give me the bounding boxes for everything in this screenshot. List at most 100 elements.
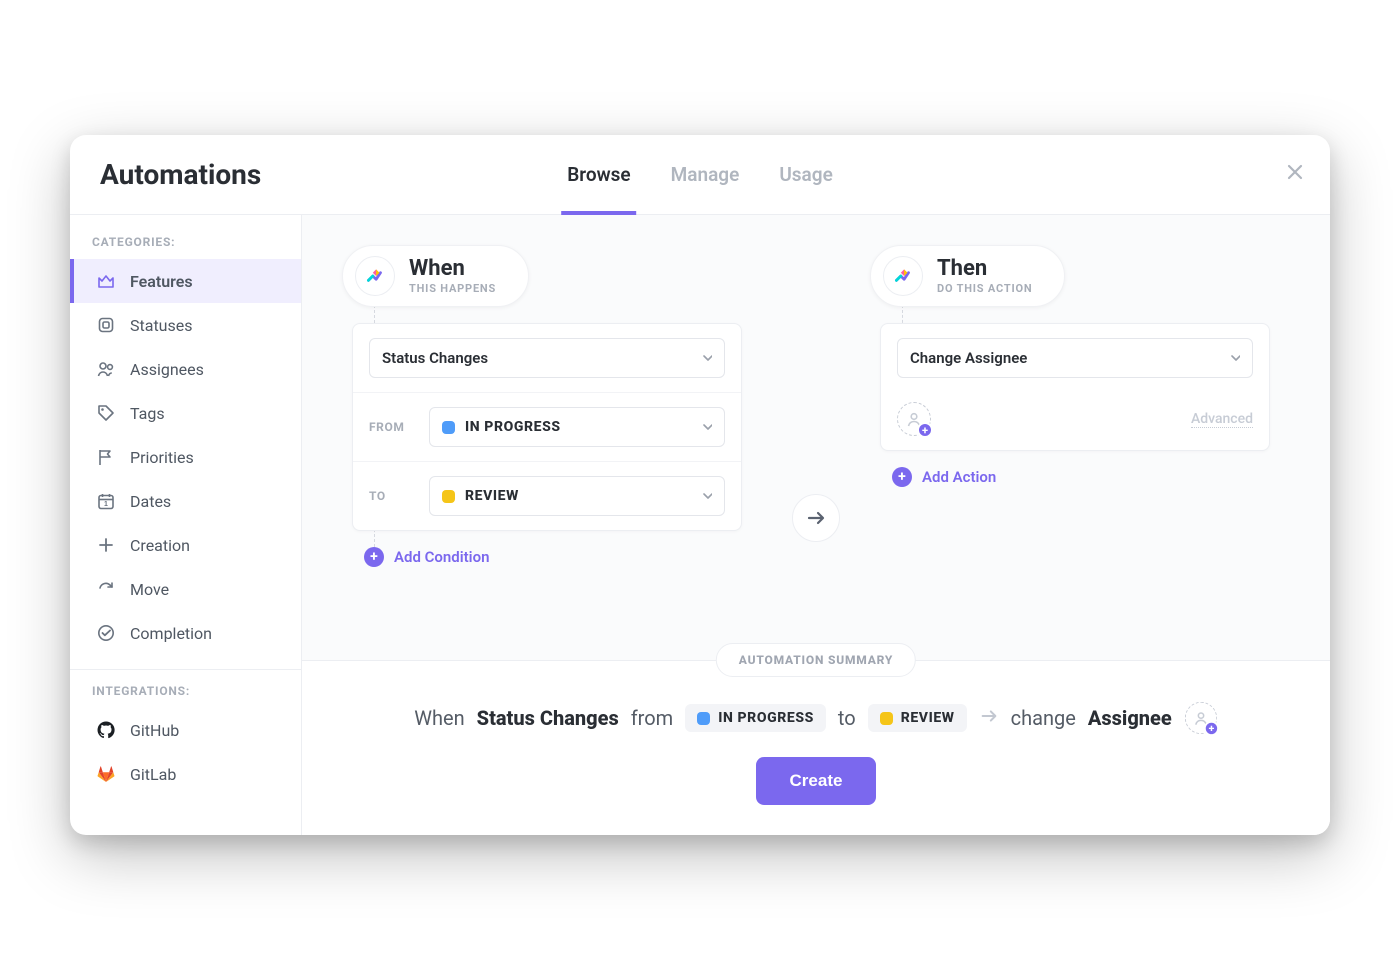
assignee-picker-button[interactable]: + <box>897 402 931 436</box>
plus-icon <box>96 535 116 555</box>
modal-body: CATEGORIES: Features Statuses Assignees … <box>70 215 1330 835</box>
summary-when-word: When <box>414 706 464 730</box>
from-label: FROM <box>369 420 417 434</box>
app-logo-icon <box>355 256 395 296</box>
sidebar-item-label: GitHub <box>130 721 179 740</box>
summary-from-pill: IN PROGRESS <box>685 704 826 732</box>
modal-header: Automations Browse Manage Usage <box>70 135 1330 215</box>
from-status-select[interactable]: IN PROGRESS <box>429 407 725 447</box>
when-column: When THIS HAPPENS Status Changes F <box>342 245 762 567</box>
sidebar-divider <box>70 669 301 670</box>
action-card: Change Assignee + Advanced <box>880 323 1270 451</box>
github-icon <box>96 720 116 740</box>
header-tabs: Browse Manage Usage <box>567 135 833 214</box>
summary-assignee-picker[interactable]: + <box>1185 702 1217 734</box>
status-color-dot <box>697 712 710 725</box>
to-status-select[interactable]: REVIEW <box>429 476 725 516</box>
summary-to-pill: REVIEW <box>868 704 967 732</box>
trigger-card: Status Changes FROM IN PROGRESS <box>352 323 742 531</box>
automations-modal: Automations Browse Manage Usage CATEGORI… <box>70 135 1330 835</box>
summary-to-status: REVIEW <box>901 710 955 726</box>
app-logo-icon <box>883 256 923 296</box>
sidebar-item-priorities[interactable]: Priorities <box>70 435 301 479</box>
arrow-right-icon <box>805 507 827 529</box>
then-column: Then DO THIS ACTION Change Assignee <box>870 245 1290 487</box>
people-icon <box>96 359 116 379</box>
close-icon <box>1284 161 1306 183</box>
sidebar-item-label: Move <box>130 580 169 599</box>
redo-icon <box>96 579 116 599</box>
chevron-down-icon <box>701 418 712 436</box>
sidebar-item-dates[interactable]: Dates <box>70 479 301 523</box>
add-condition-label: Add Condition <box>394 548 489 566</box>
sidebar-integrations-title: INTEGRATIONS: <box>70 684 301 708</box>
add-action-button[interactable]: + Add Action <box>892 467 996 487</box>
close-button[interactable] <box>1284 161 1306 187</box>
trigger-type-label: Status Changes <box>382 349 488 367</box>
mini-plus-icon: + <box>917 422 933 438</box>
tag-icon <box>96 403 116 423</box>
action-type-select[interactable]: Change Assignee <box>897 338 1253 378</box>
sidebar: CATEGORIES: Features Statuses Assignees … <box>70 215 302 835</box>
check-circle-icon <box>96 623 116 643</box>
sidebar-item-move[interactable]: Move <box>70 567 301 611</box>
sidebar-item-label: Assignees <box>130 360 204 379</box>
trigger-type-select[interactable]: Status Changes <box>369 338 725 378</box>
summary-trigger: Status Changes <box>477 706 619 730</box>
sidebar-item-gitlab[interactable]: GitLab <box>70 752 301 796</box>
chevron-down-icon <box>701 487 712 505</box>
sidebar-item-label: Priorities <box>130 448 194 467</box>
chevron-down-icon <box>1229 349 1240 367</box>
sidebar-item-label: Statuses <box>130 316 193 335</box>
summary-target: Assignee <box>1088 706 1172 730</box>
sidebar-item-github[interactable]: GitHub <box>70 708 301 752</box>
add-action-label: Add Action <box>922 468 996 486</box>
calendar-icon <box>96 491 116 511</box>
when-subtitle: THIS HAPPENS <box>409 282 496 295</box>
sidebar-item-statuses[interactable]: Statuses <box>70 303 301 347</box>
sidebar-item-label: Tags <box>130 404 165 423</box>
create-button[interactable]: Create <box>756 757 877 805</box>
sidebar-item-completion[interactable]: Completion <box>70 611 301 655</box>
sidebar-item-label: Dates <box>130 492 171 511</box>
gitlab-icon <box>96 764 116 784</box>
sidebar-item-label: Features <box>130 272 193 291</box>
summary-badge: AUTOMATION SUMMARY <box>716 643 916 677</box>
plus-circle-icon: + <box>892 467 912 487</box>
sidebar-categories-title: CATEGORIES: <box>70 235 301 259</box>
then-pill: Then DO THIS ACTION <box>870 245 1065 307</box>
summary-to-word: to <box>838 706 856 730</box>
workspace: When THIS HAPPENS Status Changes F <box>302 215 1330 835</box>
when-pill: When THIS HAPPENS <box>342 245 529 307</box>
modal-title: Automations <box>100 158 261 191</box>
tab-usage[interactable]: Usage <box>779 135 832 214</box>
sidebar-item-features[interactable]: Features <box>70 259 301 303</box>
chevron-down-icon <box>701 349 712 367</box>
sidebar-item-tags[interactable]: Tags <box>70 391 301 435</box>
action-type-label: Change Assignee <box>910 349 1027 367</box>
automation-summary: AUTOMATION SUMMARY When Status Changes f… <box>302 660 1330 835</box>
crown-icon <box>96 271 116 291</box>
then-title: Then <box>937 257 1032 281</box>
tab-browse[interactable]: Browse <box>567 135 630 214</box>
tab-manage[interactable]: Manage <box>671 135 740 214</box>
from-status-value: IN PROGRESS <box>465 419 561 435</box>
plus-circle-icon: + <box>364 547 384 567</box>
status-color-dot <box>442 490 455 503</box>
sidebar-item-creation[interactable]: Creation <box>70 523 301 567</box>
advanced-link[interactable]: Advanced <box>1191 411 1253 428</box>
sidebar-item-label: GitLab <box>130 765 176 784</box>
sidebar-item-assignees[interactable]: Assignees <box>70 347 301 391</box>
then-subtitle: DO THIS ACTION <box>937 282 1032 295</box>
sidebar-item-label: Completion <box>130 624 212 643</box>
sidebar-item-label: Creation <box>130 536 190 555</box>
summary-change-word: change <box>1011 706 1076 730</box>
mini-plus-icon: + <box>1204 721 1219 736</box>
flow-arrow <box>792 494 840 542</box>
to-label: TO <box>369 489 417 503</box>
square-icon <box>96 315 116 335</box>
add-condition-button[interactable]: + Add Condition <box>364 547 489 567</box>
when-title: When <box>409 257 496 281</box>
summary-from-status: IN PROGRESS <box>718 710 814 726</box>
status-color-dot <box>442 421 455 434</box>
